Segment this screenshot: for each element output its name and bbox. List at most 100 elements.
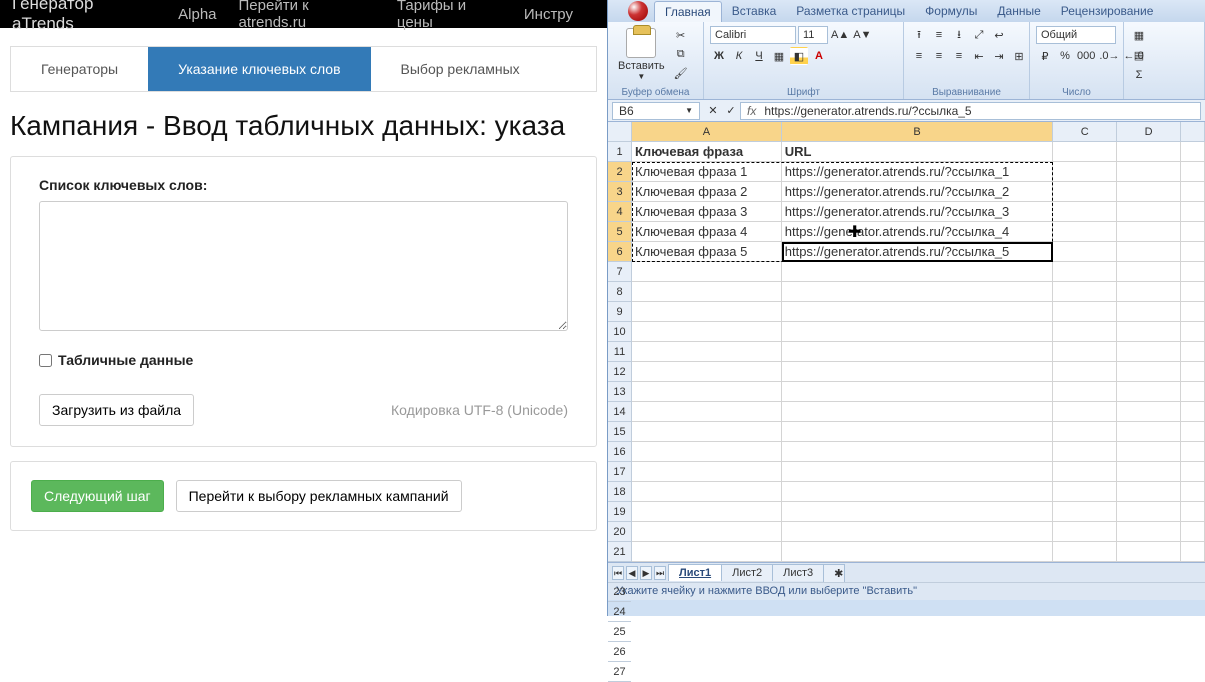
cell[interactable]: https://generator.atrends.ru/?ссылка_2 <box>782 182 1054 202</box>
row-header[interactable]: 6 <box>608 242 631 262</box>
increase-decimal-icon[interactable]: .0→ <box>1098 47 1120 65</box>
cell[interactable] <box>632 262 782 282</box>
editing-icon[interactable]: Σ <box>1130 66 1148 84</box>
next-step-button[interactable]: Следующий шаг <box>31 480 164 512</box>
cell[interactable] <box>782 382 1054 402</box>
col-header[interactable] <box>1181 122 1205 141</box>
cell[interactable] <box>1181 422 1205 442</box>
tab-keywords[interactable]: Указание ключевых слов <box>148 47 370 91</box>
row-header[interactable]: 26 <box>608 642 631 662</box>
cell[interactable] <box>782 422 1054 442</box>
sheet-tab-new[interactable]: ✱ <box>823 564 845 582</box>
cell[interactable] <box>1181 382 1205 402</box>
cell[interactable] <box>782 402 1054 422</box>
sheet-tab-2[interactable]: Лист2 <box>721 564 773 581</box>
merge-icon[interactable]: ⊞ <box>1010 47 1028 65</box>
tab-generators[interactable]: Генераторы <box>11 47 148 91</box>
sheet-tab-1[interactable]: Лист1 <box>668 564 722 581</box>
row-header[interactable]: 15 <box>608 422 631 442</box>
align-left-icon[interactable]: ≡ <box>910 47 928 65</box>
cell[interactable]: https://generator.atrends.ru/?ссылка_4 <box>782 222 1054 242</box>
cell[interactable] <box>782 302 1054 322</box>
load-file-button[interactable]: Загрузить из файла <box>39 394 194 426</box>
cell[interactable] <box>632 522 782 542</box>
number-format-select[interactable]: Общий <box>1036 26 1116 44</box>
cell[interactable] <box>632 342 782 362</box>
row-header[interactable]: 19 <box>608 502 631 522</box>
orientation-icon[interactable]: ⤢ <box>970 26 988 44</box>
decrease-indent-icon[interactable]: ⇤ <box>970 47 988 65</box>
col-header[interactable]: D <box>1117 122 1181 141</box>
row-header[interactable]: 27 <box>608 662 631 682</box>
fill-color-icon[interactable]: ◧ <box>790 47 808 65</box>
tab-campaigns[interactable]: Выбор рекламных <box>371 47 550 91</box>
col-header[interactable]: B <box>782 122 1054 141</box>
cell[interactable] <box>1181 442 1205 462</box>
font-size-select[interactable]: 11 <box>798 26 828 44</box>
ribbon-tab-review[interactable]: Рецензирование <box>1051 1 1164 21</box>
cell[interactable] <box>1181 342 1205 362</box>
cell[interactable] <box>1117 362 1181 382</box>
cell[interactable] <box>1117 222 1181 242</box>
cell[interactable] <box>632 542 782 562</box>
align-right-icon[interactable]: ≡ <box>950 47 968 65</box>
wrap-text-icon[interactable]: ↩ <box>990 26 1008 44</box>
cell[interactable] <box>1117 182 1181 202</box>
nav-pricing[interactable]: Тарифы и цены <box>397 0 502 31</box>
cell[interactable] <box>1053 282 1117 302</box>
row-header[interactable]: 9 <box>608 302 631 322</box>
row-header[interactable]: 25 <box>608 622 631 642</box>
ribbon-tab-layout[interactable]: Разметка страницы <box>786 1 915 21</box>
cell[interactable]: https://generator.atrends.ru/?ссылка_1 <box>782 162 1054 182</box>
enter-icon[interactable]: ✓ <box>722 102 740 120</box>
cells-icon[interactable]: ▤ <box>1130 46 1148 64</box>
cell[interactable] <box>1053 302 1117 322</box>
cell[interactable] <box>632 502 782 522</box>
cell[interactable] <box>1117 262 1181 282</box>
cell[interactable] <box>1117 442 1181 462</box>
cell[interactable] <box>1117 382 1181 402</box>
cell[interactable] <box>1181 462 1205 482</box>
format-painter-icon[interactable]: 🖌 <box>672 64 690 82</box>
border-icon[interactable]: ▦ <box>770 47 788 65</box>
office-orb[interactable] <box>628 1 648 21</box>
cell[interactable]: Ключевая фраза 5 <box>632 242 782 262</box>
align-bottom-icon[interactable]: ⭳ <box>950 26 968 44</box>
increase-indent-icon[interactable]: ⇥ <box>990 47 1008 65</box>
cell[interactable] <box>1053 482 1117 502</box>
row-header[interactable]: 11 <box>608 342 631 362</box>
grow-font-icon[interactable]: A▲ <box>830 26 850 44</box>
cell[interactable] <box>632 302 782 322</box>
row-header[interactable]: 12 <box>608 362 631 382</box>
row-header[interactable]: 10 <box>608 322 631 342</box>
cell[interactable]: Ключевая фраза <box>632 142 782 162</box>
cell[interactable]: https://generator.atrends.ru/?ссылка_3 <box>782 202 1054 222</box>
cell[interactable] <box>1117 522 1181 542</box>
cell[interactable] <box>1181 282 1205 302</box>
row-header[interactable]: 18 <box>608 482 631 502</box>
cell[interactable] <box>1053 242 1117 262</box>
bold-button[interactable]: Ж <box>710 47 728 65</box>
ribbon-tab-formulas[interactable]: Формулы <box>915 1 987 21</box>
paste-button[interactable]: Вставить ▼ <box>614 26 669 83</box>
cell[interactable] <box>1053 462 1117 482</box>
cell[interactable] <box>782 362 1054 382</box>
font-color-icon[interactable]: A <box>810 47 828 65</box>
cell[interactable] <box>782 442 1054 462</box>
cell[interactable] <box>782 502 1054 522</box>
cell[interactable] <box>1053 442 1117 462</box>
cell[interactable] <box>1053 202 1117 222</box>
comma-icon[interactable]: 000 <box>1076 47 1096 65</box>
row-header[interactable]: 1 <box>608 142 631 162</box>
nav-atrends[interactable]: Перейти к atrends.ru <box>239 0 375 31</box>
cell[interactable] <box>1181 242 1205 262</box>
go-to-campaigns-button[interactable]: Перейти к выбору рекламных кампаний <box>176 480 462 512</box>
cell[interactable] <box>1117 142 1181 162</box>
cell[interactable] <box>1053 142 1117 162</box>
cell[interactable]: URL <box>782 142 1054 162</box>
cell[interactable] <box>1117 402 1181 422</box>
select-all-corner[interactable] <box>608 122 631 142</box>
table-data-checkbox[interactable] <box>39 354 52 367</box>
cell[interactable] <box>1181 482 1205 502</box>
cell[interactable] <box>1117 502 1181 522</box>
